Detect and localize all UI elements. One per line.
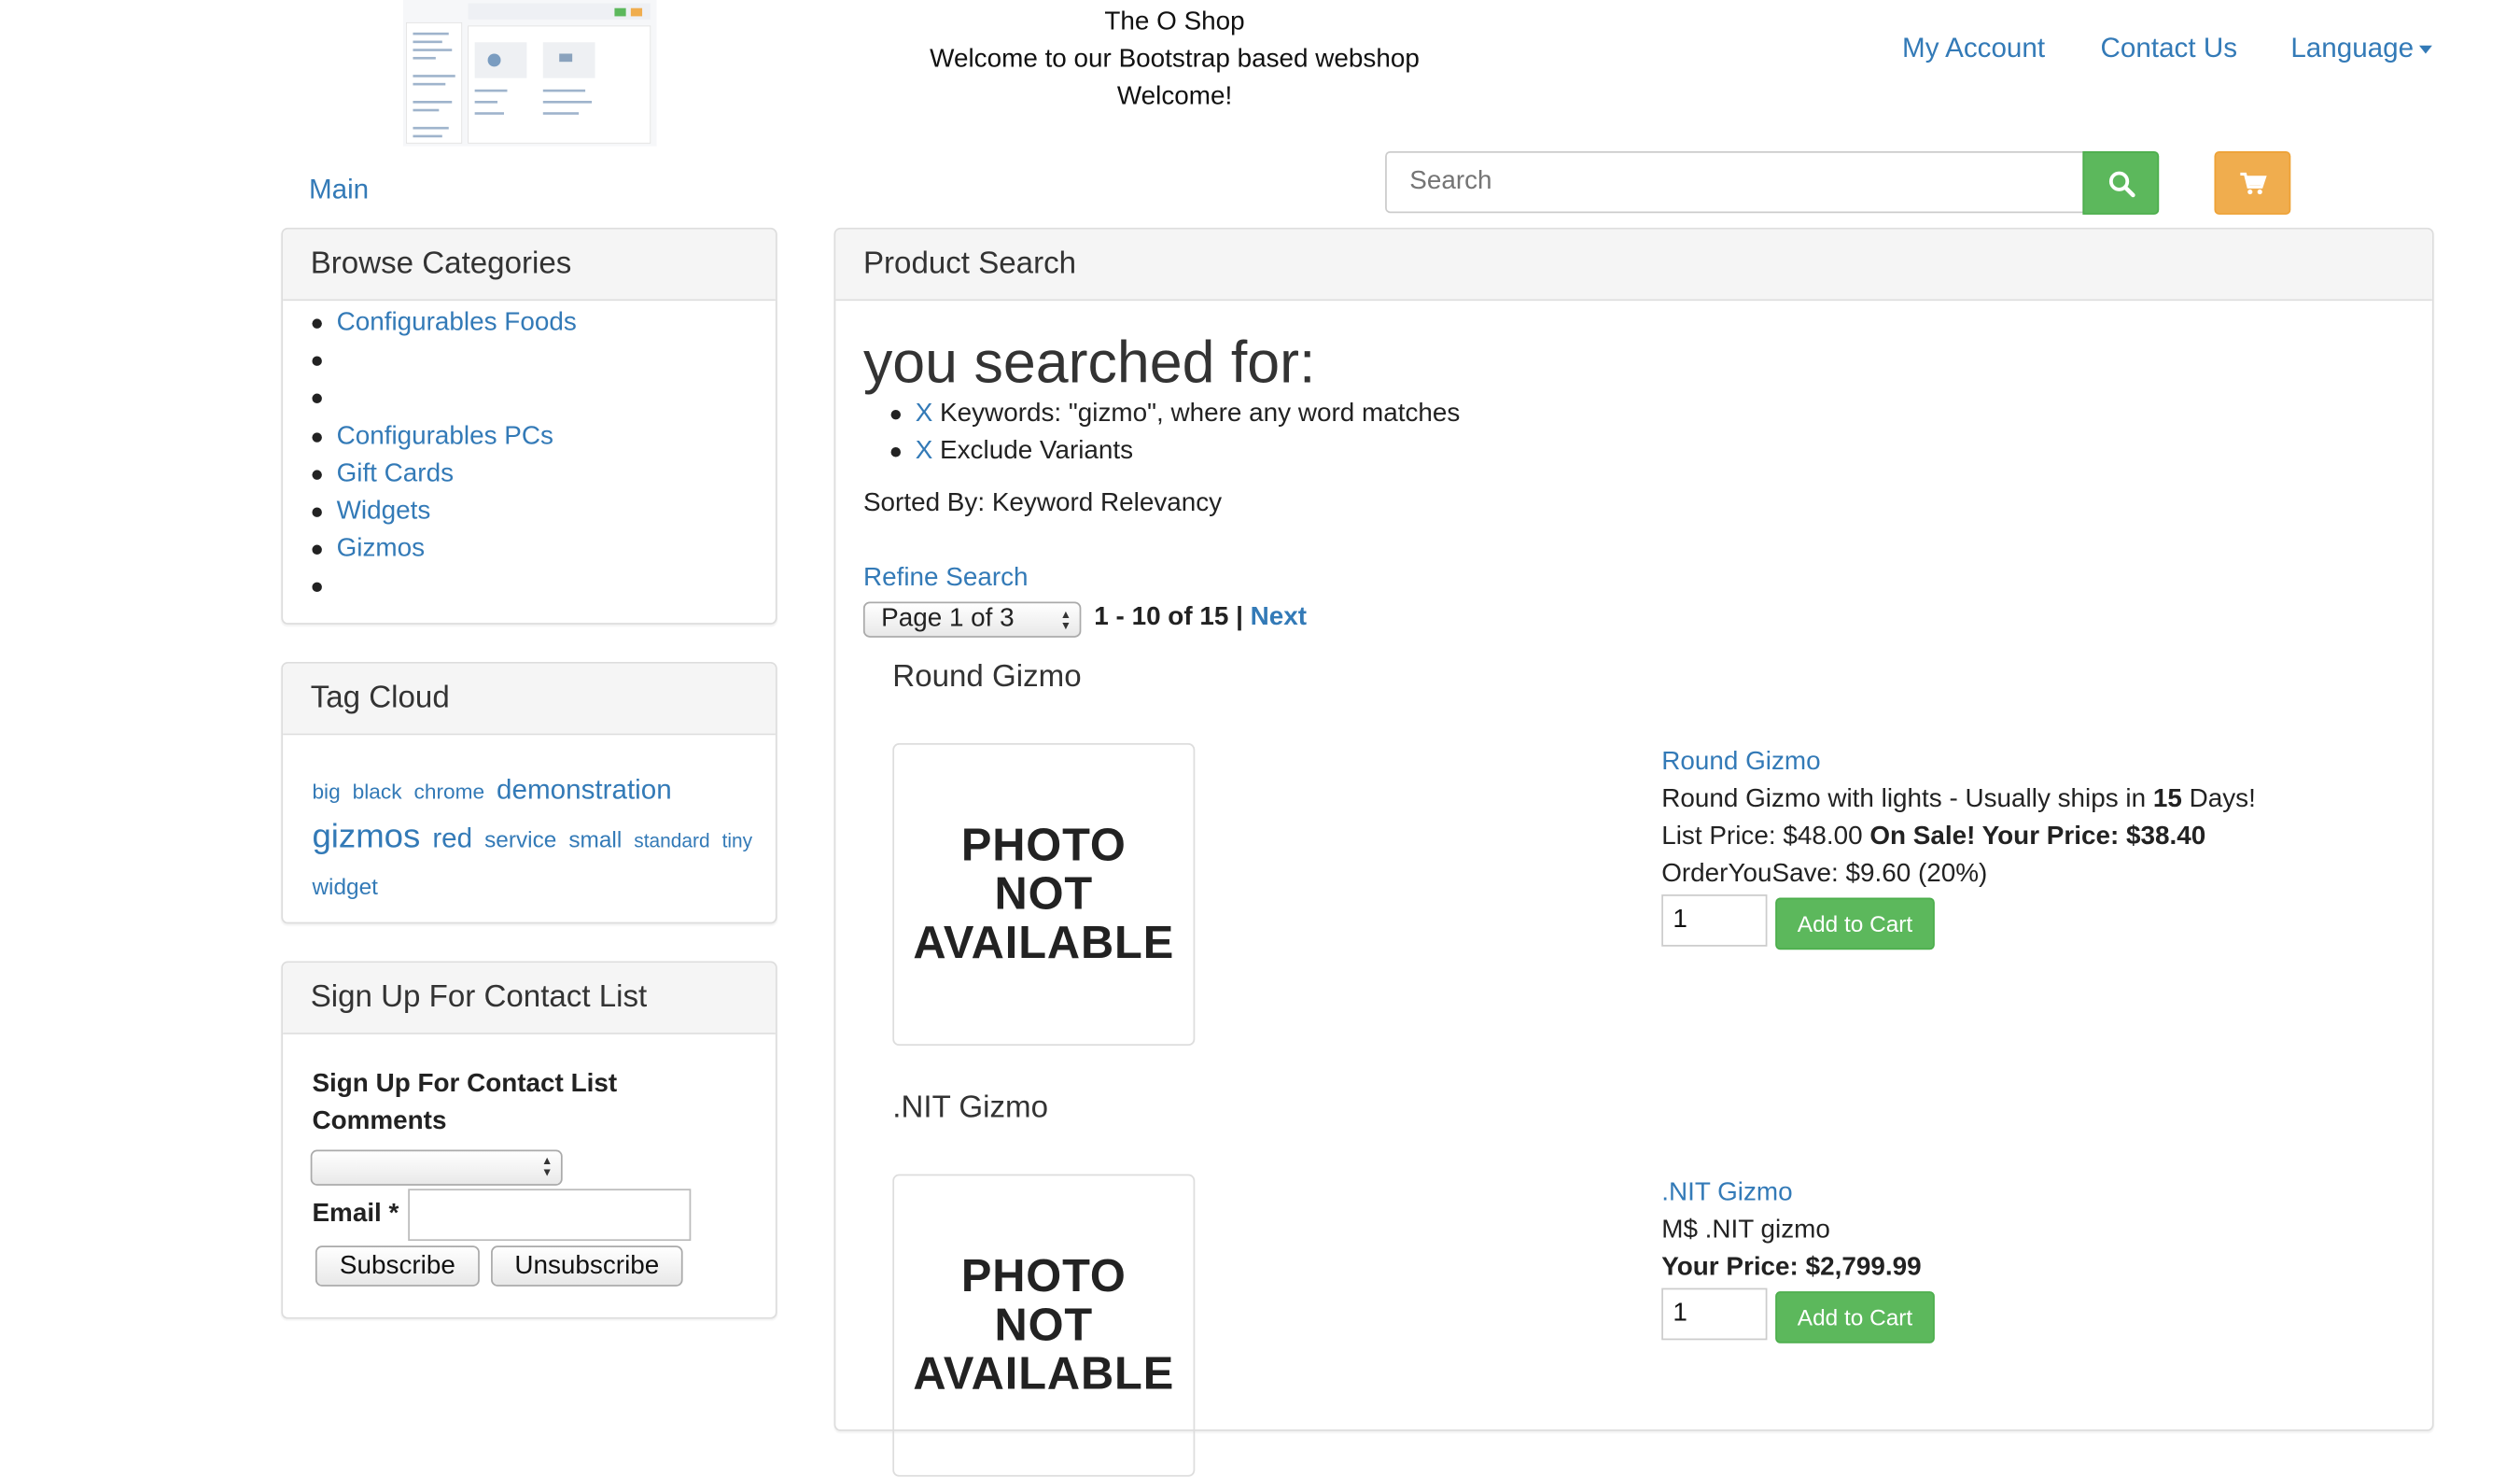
search-input[interactable]	[1385, 150, 2085, 214]
product-price: Your Price: $2,799.99	[1661, 1254, 1922, 1282]
contact-list-select[interactable]: ▲ ▼	[310, 1149, 563, 1186]
quantity-field[interactable]: 1	[1661, 1287, 1768, 1341]
category-item[interactable]: Configurables Foods	[312, 304, 577, 342]
photo-text: NOT	[994, 868, 1094, 920]
photo-text: AVAILABLE	[913, 1348, 1175, 1400]
shop-logo[interactable]	[402, 0, 657, 147]
page-select[interactable]: Page 1 of 3 ▲ ▼	[862, 601, 1082, 638]
product-title: .NIT Gizmo	[892, 1090, 1049, 1126]
signup-panel: Sign Up For Contact List Sign Up For Con…	[281, 961, 777, 1319]
shop-tagline: Welcome to our Bootstrap based webshop	[930, 45, 1420, 74]
category-item[interactable]	[312, 380, 577, 417]
quantity-field[interactable]: 1	[1661, 894, 1768, 947]
tag-link[interactable]: red	[432, 823, 472, 853]
signup-comments-label: Sign Up For Contact List Comments	[312, 1070, 618, 1135]
signup-title: Sign Up For Contact List	[283, 963, 776, 1034]
result-range: 1 - 10 of 15	[1094, 603, 1229, 631]
criteria-item: X Exclude Variants	[890, 432, 1461, 470]
category-item[interactable]	[312, 568, 577, 605]
product-link[interactable]: .NIT Gizmo	[1661, 1179, 1792, 1207]
search-icon	[2108, 170, 2135, 197]
product-title: Round Gizmo	[892, 660, 1082, 695]
chevron-down-icon	[2418, 45, 2432, 54]
pagination-separator: |	[1236, 603, 1243, 631]
photo-text: NOT	[994, 1299, 1094, 1350]
categories-title: Browse Categories	[283, 229, 776, 302]
category-item[interactable]: Gizmos	[312, 530, 577, 568]
categories-panel: Browse Categories Configurables Foods Co…	[281, 227, 777, 625]
email-label: Email *	[312, 1200, 399, 1229]
search-criteria-list: X Keywords: "gizmo", where any word matc…	[890, 395, 1461, 470]
unsubscribe-button[interactable]: Unsubscribe	[491, 1245, 683, 1287]
tag-link[interactable]: standard	[634, 829, 709, 851]
next-page-link[interactable]: Next	[1251, 603, 1307, 631]
product-info: Round Gizmo Round Gizmo with lights - Us…	[1661, 743, 2256, 893]
page-select-value: Page 1 of 3	[881, 604, 1015, 633]
product-image[interactable]: PHOTO NOT AVAILABLE	[892, 1174, 1196, 1477]
product-description: Round Gizmo with lights - Usually ships …	[1661, 785, 2256, 813]
criteria-text: Keywords: "gizmo", where any word matche…	[940, 400, 1461, 429]
product-price: List Price: $48.00 On Sale! Your Price: …	[1661, 823, 2206, 851]
refine-search-link[interactable]: Refine Search	[863, 564, 1029, 593]
nav-contact-us[interactable]: Contact Us	[2101, 33, 2237, 65]
nav-my-account[interactable]: My Account	[1902, 33, 2045, 65]
tag-link[interactable]: service	[484, 826, 556, 852]
search-heading: you searched for:	[862, 328, 1316, 396]
nav-language-dropdown[interactable]: Language	[2290, 32, 2432, 65]
product-image[interactable]: PHOTO NOT AVAILABLE	[892, 743, 1196, 1047]
site-header-text: The O Shop Welcome to our Bootstrap base…	[878, 3, 1472, 115]
category-item[interactable]: Configurables PCs	[312, 417, 577, 455]
category-item[interactable]	[312, 342, 577, 379]
tag-link[interactable]: small	[568, 826, 622, 852]
product-info: .NIT Gizmo M$ .NIT gizmo Your Price: $2,…	[1661, 1175, 1921, 1287]
email-field[interactable]	[408, 1189, 692, 1242]
tag-link[interactable]: gizmos	[312, 818, 420, 855]
select-arrows-icon: ▲ ▼	[1059, 610, 1071, 633]
search-button[interactable]	[2082, 150, 2160, 215]
pagination-info: 1 - 10 of 15 | Next	[1094, 603, 1307, 632]
shop-name: The O Shop	[1104, 7, 1245, 36]
nav-language-label: Language	[2290, 32, 2415, 63]
tag-link[interactable]: demonstration	[497, 774, 672, 805]
tag-cloud-title: Tag Cloud	[283, 663, 776, 736]
photo-text: PHOTO	[960, 819, 1127, 870]
product-savings: OrderYouSave: $9.60 (20%)	[1661, 860, 1988, 889]
tag-link[interactable]: black	[353, 779, 402, 803]
subscribe-button[interactable]: Subscribe	[315, 1245, 480, 1287]
remove-criteria-link[interactable]: X	[916, 401, 933, 429]
add-to-cart-button[interactable]: Add to Cart	[1775, 897, 1935, 950]
criteria-text: Exclude Variants	[940, 437, 1134, 466]
product-search-title: Product Search	[835, 229, 2432, 302]
category-item[interactable]: Gift Cards	[312, 455, 577, 492]
product-link[interactable]: Round Gizmo	[1661, 748, 1820, 776]
breadcrumb-main[interactable]: Main	[309, 174, 369, 206]
photo-text: PHOTO	[960, 1250, 1127, 1301]
welcome-message: Welcome!	[1116, 82, 1233, 111]
category-item[interactable]: Widgets	[312, 493, 577, 530]
shopping-cart-icon	[2239, 171, 2266, 194]
tag-cloud: big black chrome demonstration gizmos re…	[312, 767, 767, 910]
select-arrows-icon: ▲ ▼	[541, 1156, 553, 1179]
category-list: Configurables Foods Configurables PCs Gi…	[312, 304, 577, 606]
tag-link[interactable]: big	[312, 779, 340, 803]
remove-criteria-link[interactable]: X	[916, 438, 933, 466]
tag-link[interactable]: widget	[312, 873, 377, 899]
photo-text: AVAILABLE	[913, 917, 1175, 968]
sorted-by: Sorted By: Keyword Relevancy	[862, 489, 1223, 517]
add-to-cart-button[interactable]: Add to Cart	[1775, 1291, 1935, 1343]
cart-button[interactable]	[2214, 150, 2291, 215]
tag-cloud-panel: Tag Cloud big black chrome demonstration…	[281, 661, 777, 924]
tag-link[interactable]: chrome	[414, 779, 485, 803]
criteria-item: X Keywords: "gizmo", where any word matc…	[890, 395, 1461, 432]
product-description: M$ .NIT gizmo	[1661, 1216, 1830, 1245]
tag-link[interactable]: tiny	[722, 829, 753, 851]
